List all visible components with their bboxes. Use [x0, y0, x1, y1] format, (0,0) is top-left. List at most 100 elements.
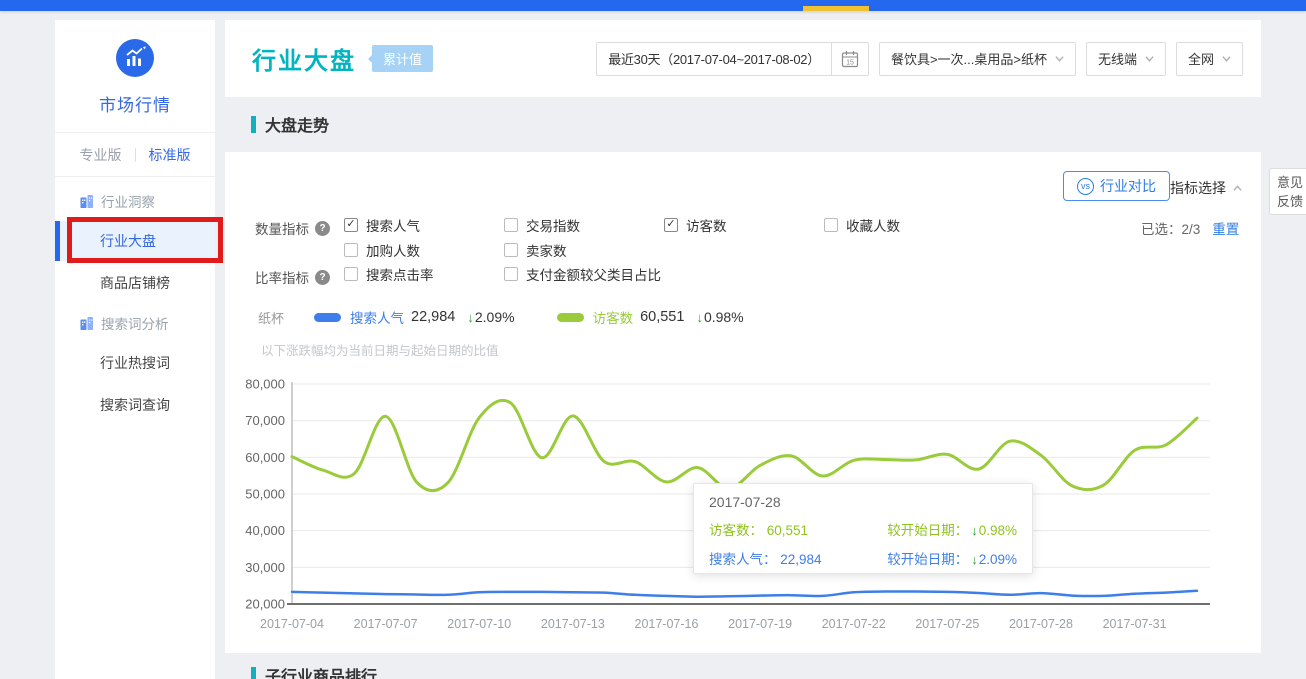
- checkbox-icon: [344, 267, 358, 281]
- chevron-up-icon: [1233, 184, 1242, 193]
- quantity-metrics-label: 数量指标 ?: [255, 218, 330, 238]
- checkbox-卖家数[interactable]: 卖家数: [504, 242, 664, 257]
- series-line-搜索人气: [292, 591, 1197, 597]
- chevron-down-icon: [1145, 54, 1154, 63]
- tab-professional[interactable]: 专业版: [80, 145, 122, 165]
- series-line-访客数: [292, 400, 1197, 490]
- sidebar-nav: 行业洞察行业大盘商品店铺榜搜索词分析行业热搜词搜索词查询: [55, 176, 215, 425]
- svg-text:60,000: 60,000: [245, 450, 285, 465]
- down-arrow-icon: ↓: [696, 310, 703, 325]
- down-arrow-icon: ↓: [971, 523, 978, 538]
- chart-legend: 纸杯 搜索人气22,984↓2.09% 访客数60,551↓0.98%: [258, 307, 786, 327]
- nav-group-行业洞察: 行业洞察: [55, 183, 215, 219]
- filter-selectors: 最近30天（2017-07-04~2017-08-02） 15 餐饮具>一次..…: [596, 42, 1243, 76]
- svg-text:2017-07-22: 2017-07-22: [822, 617, 886, 631]
- svg-text:2017-07-31: 2017-07-31: [1103, 617, 1167, 631]
- divider: [135, 148, 136, 162]
- checkbox-icon: [504, 218, 518, 232]
- checkbox-交易指数[interactable]: 交易指数: [504, 217, 664, 232]
- top-navigation-bar: [0, 0, 1306, 11]
- sidebar-item-商品店铺榜[interactable]: 商品店铺榜: [55, 263, 215, 303]
- page-title: 行业大盘: [252, 41, 356, 76]
- help-icon[interactable]: ?: [315, 270, 330, 285]
- checkbox-icon: [344, 243, 358, 257]
- legend-pill-icon: [557, 313, 584, 322]
- selected-count: 已选：2/3重置: [1141, 218, 1239, 238]
- section-header-trend: 大盘走势: [251, 112, 329, 136]
- feedback-tab[interactable]: 意见 反馈: [1269, 168, 1306, 215]
- sidebar-item-行业大盘[interactable]: 行业大盘: [55, 221, 215, 261]
- checkbox-checked-icon: ✓: [664, 218, 678, 232]
- legend-item-访客数[interactable]: 访客数60,551↓0.98%: [557, 307, 744, 327]
- legend-category: 纸杯: [258, 308, 284, 327]
- chart-hint-text: 以下涨跌幅均为当前日期与起始日期的比值: [261, 340, 499, 359]
- svg-text:2017-07-07: 2017-07-07: [354, 617, 418, 631]
- page-header: 行业大盘 累计值 最近30天（2017-07-04~2017-08-02） 15…: [225, 20, 1261, 97]
- section-header-next: 子行业商品排行: [251, 663, 377, 679]
- sidebar-item-行业热搜词[interactable]: 行业热搜词: [55, 343, 215, 383]
- ratio-metrics-label: 比率指标 ?: [255, 267, 330, 287]
- market-trend-logo-icon: [116, 39, 154, 77]
- svg-text:80,000: 80,000: [245, 378, 285, 392]
- section-bullet: [251, 667, 256, 679]
- version-tabs: 专业版 标准版: [55, 133, 215, 176]
- svg-text:2017-07-13: 2017-07-13: [541, 617, 605, 631]
- svg-text:2017-07-10: 2017-07-10: [447, 617, 511, 631]
- date-range-value: 最近30天（2017-07-04~2017-08-02）: [608, 49, 820, 68]
- tooltip-row-search: 搜索人气： 22,984 较开始日期：↓2.09%: [709, 548, 1017, 568]
- terminal-selector[interactable]: 无线端: [1086, 42, 1166, 76]
- svg-text:2017-07-19: 2017-07-19: [728, 617, 792, 631]
- checkbox-访客数[interactable]: ✓访客数: [664, 217, 824, 232]
- calendar-icon: 15: [841, 50, 859, 68]
- svg-text:2017-07-04: 2017-07-04: [260, 617, 324, 631]
- legend-item-搜索人气[interactable]: 搜索人气22,984↓2.09%: [314, 307, 515, 327]
- checkbox-checked-icon: ✓: [344, 218, 358, 232]
- brand-title: 市场行情: [55, 91, 215, 116]
- trend-panel: vs 行业对比 指标选择 数量指标 ? ✓搜索人气交易指数✓访客数收藏人数加购人…: [225, 152, 1261, 653]
- checkbox-搜索点击率[interactable]: 搜索点击率: [344, 266, 504, 281]
- svg-text:2017-07-28: 2017-07-28: [1009, 617, 1073, 631]
- checkbox-icon: [824, 218, 838, 232]
- terminal-value: 无线端: [1098, 49, 1137, 68]
- scope-value: 全网: [1188, 49, 1214, 68]
- chevron-down-icon: [1055, 54, 1064, 63]
- section-bullet: [251, 116, 256, 133]
- tab-standard[interactable]: 标准版: [149, 145, 191, 165]
- industry-compare-button[interactable]: vs 行业对比: [1063, 171, 1170, 201]
- svg-text:15: 15: [846, 59, 854, 66]
- tooltip-date: 2017-07-28: [709, 494, 1017, 510]
- checkbox-支付金额较父类目占比[interactable]: 支付金额较父类目占比: [504, 266, 664, 281]
- chart-area: 20,00030,00040,00050,00060,00070,00080,0…: [235, 378, 1245, 648]
- down-arrow-icon: ↓: [971, 552, 978, 567]
- checkbox-icon: [504, 243, 518, 257]
- down-arrow-icon: ↓: [467, 310, 474, 325]
- category-selector[interactable]: 餐饮具>一次...桌用品>纸杯: [879, 42, 1076, 76]
- nav-group-搜索词分析: 搜索词分析: [55, 305, 215, 341]
- scope-selector[interactable]: 全网: [1176, 42, 1243, 76]
- svg-text:40,000: 40,000: [245, 523, 285, 538]
- help-icon[interactable]: ?: [315, 221, 330, 236]
- quantity-metrics-checkboxes: ✓搜索人气交易指数✓访客数收藏人数加购人数卖家数: [344, 217, 1064, 257]
- sidebar: 市场行情 专业版 标准版 行业洞察行业大盘商品店铺榜搜索词分析行业热搜词搜索词查…: [55, 20, 215, 679]
- date-range-selector[interactable]: 最近30天（2017-07-04~2017-08-02）: [596, 42, 832, 76]
- calendar-button[interactable]: 15: [832, 42, 869, 76]
- reset-link[interactable]: 重置: [1212, 222, 1239, 237]
- buildings-icon: [80, 195, 94, 208]
- checkbox-加购人数[interactable]: 加购人数: [344, 242, 504, 257]
- svg-text:30,000: 30,000: [245, 560, 285, 575]
- sidebar-item-搜索词查询[interactable]: 搜索词查询: [55, 385, 215, 425]
- active-tab-indicator: [803, 6, 869, 11]
- svg-text:20,000: 20,000: [245, 597, 285, 612]
- svg-text:2017-07-25: 2017-07-25: [915, 617, 979, 631]
- legend-pill-icon: [314, 313, 341, 322]
- metric-select-toggle[interactable]: 指标选择: [1170, 178, 1242, 198]
- brand: 市场行情: [55, 20, 215, 116]
- category-value: 餐饮具>一次...桌用品>纸杯: [891, 49, 1047, 68]
- svg-text:2017-07-16: 2017-07-16: [635, 617, 699, 631]
- checkbox-收藏人数[interactable]: 收藏人数: [824, 217, 984, 232]
- chevron-down-icon: [1222, 54, 1231, 63]
- ratio-metrics-checkboxes: 搜索点击率支付金额较父类目占比: [344, 266, 1064, 281]
- vs-icon: vs: [1077, 178, 1094, 195]
- chart-tooltip: 2017-07-28 访客数： 60,551 较开始日期：↓0.98% 搜索人气…: [693, 483, 1033, 574]
- checkbox-搜索人气[interactable]: ✓搜索人气: [344, 217, 504, 232]
